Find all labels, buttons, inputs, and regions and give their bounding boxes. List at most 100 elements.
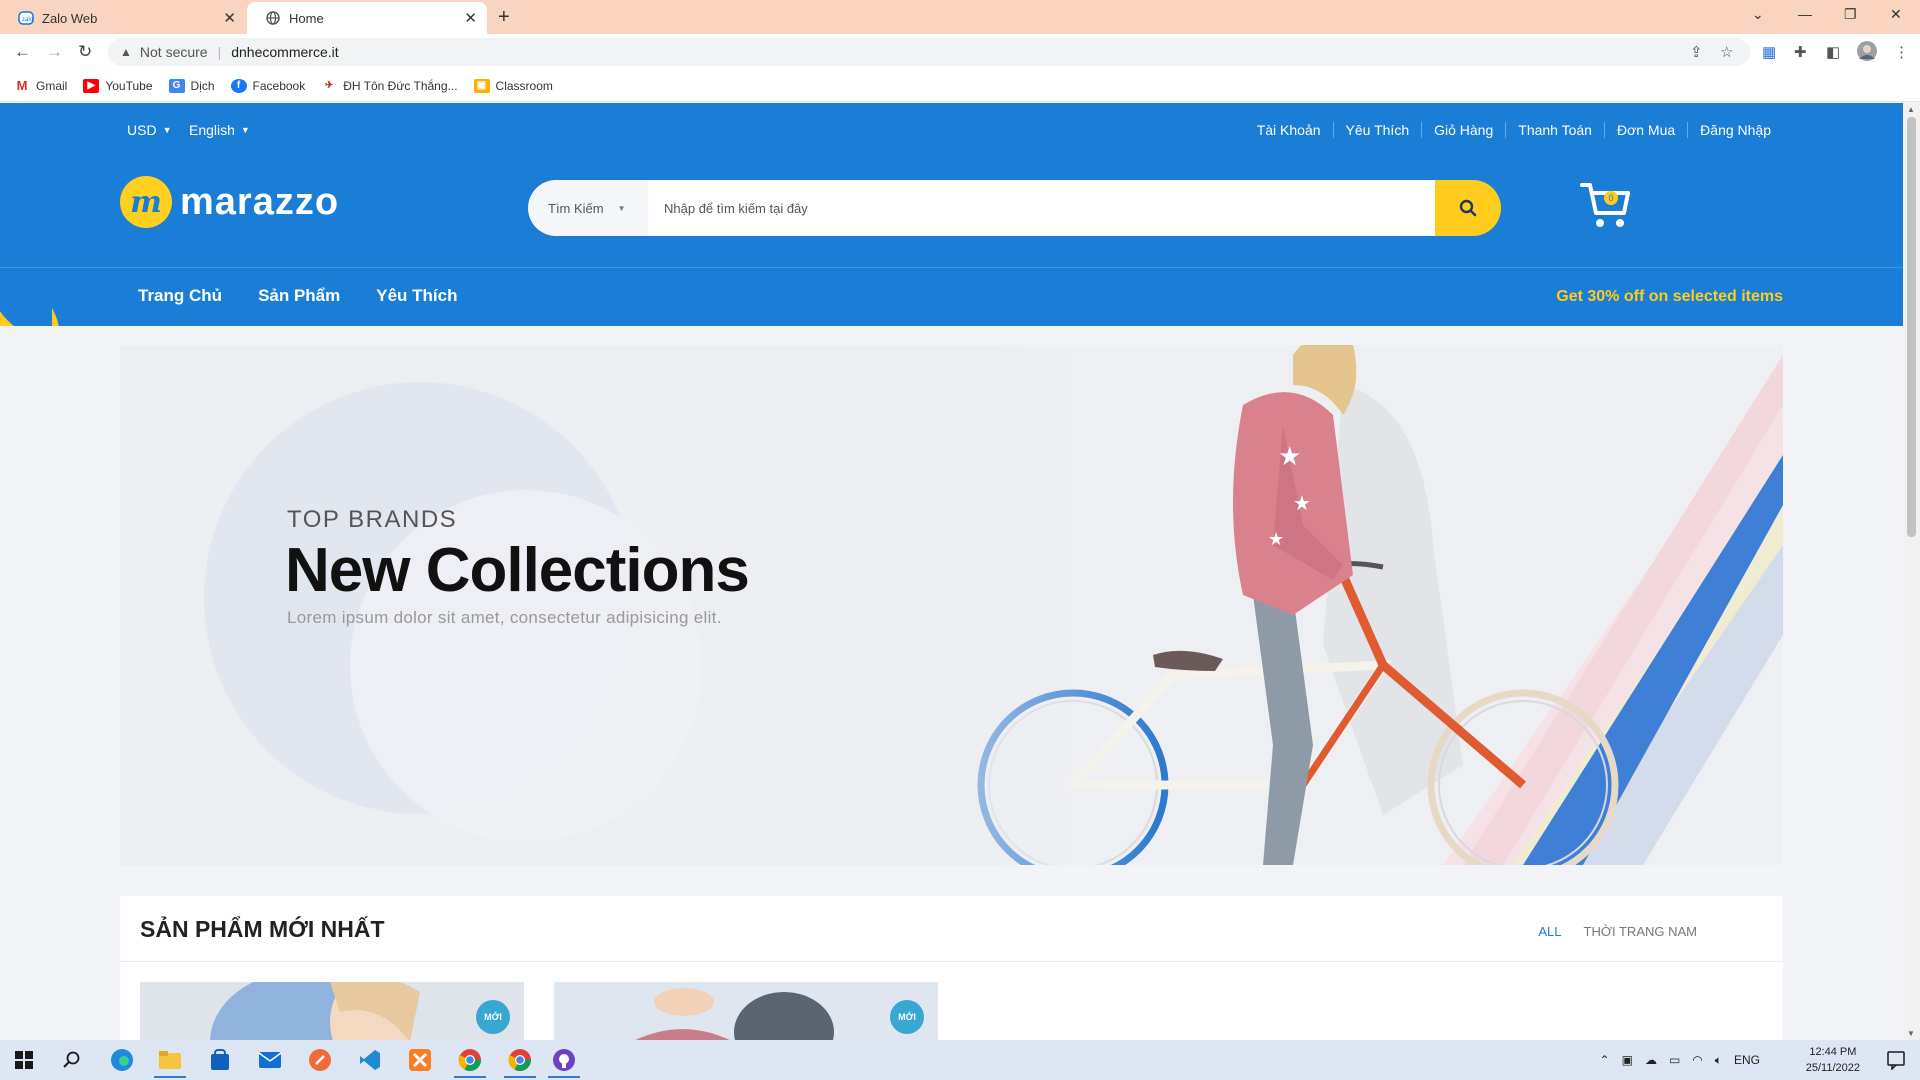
translate-extension-icon[interactable]: ▦ — [1762, 43, 1776, 61]
search-icon — [1459, 199, 1477, 217]
link-account[interactable]: Tài Khoản — [1245, 122, 1333, 138]
logo-mark-icon: m — [120, 176, 172, 228]
notification-icon[interactable] — [1886, 1050, 1906, 1075]
filter-men-fashion[interactable]: THỜI TRANG NAM — [1584, 924, 1697, 939]
bookmark-classroom[interactable]: ▣ Classroom — [473, 78, 553, 93]
tdtu-icon: ✈ — [321, 78, 338, 93]
scroll-thumb[interactable] — [1907, 117, 1916, 537]
zalo-icon: zalo — [18, 10, 34, 26]
battery-icon[interactable]: ▭ — [1669, 1053, 1680, 1067]
chrome-icon — [458, 1049, 481, 1071]
link-checkout[interactable]: Thanh Toán — [1505, 122, 1604, 138]
bookmark-translate[interactable]: G Dịch — [168, 78, 215, 93]
page-scrollbar[interactable]: ▲ ▼ — [1903, 103, 1920, 1040]
tab-search-icon[interactable]: ⌄ — [1752, 6, 1764, 23]
nav-wishlist[interactable]: Yêu Thích — [376, 286, 457, 306]
site-logo[interactable]: m marazzo — [120, 176, 339, 228]
filter-all[interactable]: ALL — [1538, 924, 1561, 939]
main-navigation: Trang Chủ Sản Phẩm Yêu Thích Get 30% off… — [0, 267, 1903, 326]
link-cart[interactable]: Giỏ Hàng — [1421, 122, 1505, 138]
currency-dropdown[interactable]: USD ▼ — [127, 122, 171, 138]
bookmark-label: Classroom — [495, 78, 553, 93]
hero-image-woman-with-bicycle: ★ ★ ★ — [823, 345, 1783, 865]
volume-icon[interactable]: 🔈︎ — [1715, 1053, 1722, 1068]
start-button[interactable] — [0, 1040, 48, 1080]
restore-icon[interactable]: ❐ — [1844, 6, 1857, 23]
bookmark-facebook[interactable]: f Facebook — [230, 78, 305, 93]
wifi-icon[interactable]: ◠ — [1692, 1053, 1702, 1067]
postman-app[interactable] — [296, 1040, 344, 1080]
chrome-app-1[interactable] — [446, 1040, 494, 1080]
search-button[interactable] — [1435, 180, 1501, 236]
language-dropdown[interactable]: English ▼ — [189, 122, 250, 138]
forward-icon[interactable]: → — [46, 42, 63, 62]
language-label: English — [189, 122, 235, 138]
vscode-app[interactable] — [346, 1040, 394, 1080]
onedrive-icon[interactable]: ☁ — [1645, 1053, 1657, 1067]
extensions-icon[interactable]: ✚ — [1794, 43, 1807, 61]
bookmarks-bar: M Gmail ▶ YouTube G Dịch f Facebook ✈ ĐH… — [0, 70, 1920, 102]
bookmark-gmail[interactable]: M Gmail — [14, 78, 68, 93]
product-card[interactable]: MỚI — [140, 982, 524, 1040]
cart-button[interactable]: 0 — [1580, 179, 1632, 231]
file-explorer-app[interactable] — [146, 1040, 194, 1080]
bookmark-label: Dịch — [190, 78, 215, 93]
bookmark-label: ĐH Tôn Đức Thắng... — [343, 78, 458, 93]
system-clock[interactable]: 12:44 PM 25/11/2022 — [1806, 1044, 1860, 1076]
bookmark-star-icon[interactable]: ☆ — [1720, 43, 1733, 61]
share-icon[interactable]: ⇪ — [1690, 43, 1703, 61]
search-category-dropdown[interactable]: Tìm Kiếm ▼ — [528, 180, 648, 236]
side-panel-icon[interactable]: ◧ — [1826, 43, 1840, 61]
warning-icon: ▲ — [120, 45, 132, 59]
back-icon[interactable]: ← — [14, 42, 31, 62]
github-desktop-app[interactable] — [540, 1040, 588, 1080]
chevron-up-icon[interactable]: ⌃ — [1600, 1053, 1610, 1067]
close-window-icon[interactable]: ✕ — [1890, 6, 1902, 23]
tab-zalo[interactable]: zalo Zalo Web ✕ — [0, 2, 246, 34]
bookmark-label: Gmail — [36, 78, 68, 93]
store-app[interactable] — [196, 1040, 244, 1080]
scroll-up-icon[interactable]: ▲ — [1907, 105, 1915, 114]
xampp-app[interactable] — [396, 1040, 444, 1080]
security-label: Not secure — [139, 44, 208, 60]
site-header: USD ▼ English ▼ Tài Khoản Yêu Thích Giỏ … — [0, 103, 1903, 326]
product-image — [554, 982, 938, 1040]
menu-icon[interactable]: ⋮ — [1894, 43, 1909, 61]
address-bar[interactable]: ▲ Not secure | dnhecommerce.it — [108, 38, 1750, 66]
scroll-down-icon[interactable]: ▼ — [1907, 1029, 1915, 1038]
bookmark-tdtu[interactable]: ✈ ĐH Tôn Đức Thắng... — [321, 78, 458, 93]
tab-title: Home — [289, 10, 324, 26]
github-desktop-icon — [553, 1049, 575, 1071]
link-login[interactable]: Đăng Nhập — [1687, 122, 1783, 138]
close-tab-icon[interactable]: ✕ — [464, 9, 477, 27]
postman-icon — [309, 1049, 331, 1071]
mail-app[interactable] — [246, 1040, 294, 1080]
hero-subtitle: Lorem ipsum dolor sit amet, consectetur … — [287, 608, 722, 627]
search-icon — [63, 1051, 80, 1068]
classroom-icon: ▣ — [473, 78, 490, 93]
bookmark-youtube[interactable]: ▶ YouTube — [83, 78, 153, 93]
link-wishlist[interactable]: Yêu Thích — [1332, 122, 1422, 138]
input-language[interactable]: ENG — [1734, 1053, 1760, 1067]
search-bar: Tìm Kiếm ▼ — [528, 180, 1501, 236]
nav-products[interactable]: Sản Phẩm — [258, 286, 340, 306]
teams-icon[interactable]: ▣ — [1622, 1053, 1633, 1067]
new-tab-button[interactable]: + — [498, 6, 510, 29]
hero-banner[interactable]: ★ ★ ★ TOP BRANDS New Collections Lorem i… — [120, 345, 1783, 865]
nav-home[interactable]: Trang Chủ — [138, 286, 222, 306]
search-button[interactable] — [48, 1040, 96, 1080]
edge-app[interactable] — [98, 1040, 146, 1080]
facebook-icon: f — [230, 78, 247, 93]
close-tab-icon[interactable]: ✕ — [223, 9, 236, 27]
browser-tab-strip: zalo Zalo Web ✕ Home ✕ + ⌄ — ❐ ✕ — [0, 0, 1920, 34]
link-orders[interactable]: Đơn Mua — [1603, 122, 1687, 138]
chrome-app-2[interactable] — [496, 1040, 544, 1080]
search-input[interactable] — [648, 180, 1435, 236]
minimize-icon[interactable]: — — [1798, 6, 1812, 22]
product-card[interactable]: MỚI — [554, 982, 938, 1040]
promo-text[interactable]: Get 30% off on selected items — [1556, 288, 1783, 306]
tab-home[interactable]: Home ✕ — [247, 2, 487, 34]
clock-time: 12:44 PM — [1809, 1046, 1857, 1058]
reload-icon[interactable]: ↻ — [78, 42, 92, 62]
profile-avatar[interactable] — [1856, 40, 1878, 66]
